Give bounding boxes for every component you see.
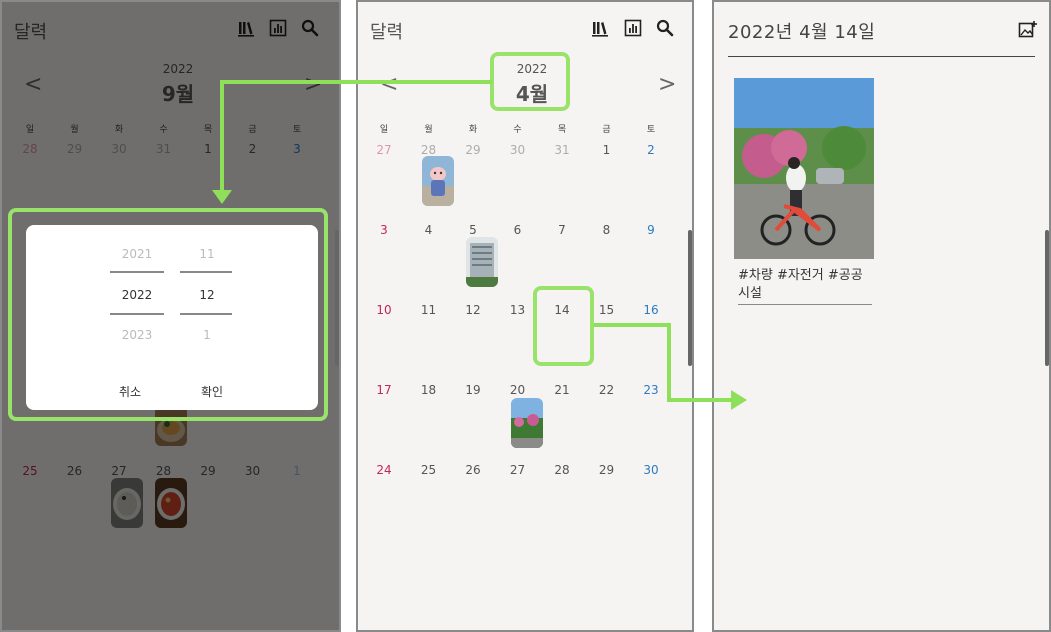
day-cell[interactable]: 8 — [592, 223, 622, 237]
day-cell[interactable]: 21 — [547, 383, 577, 397]
app-title: 달력 — [370, 22, 404, 43]
day-cell[interactable]: 19 — [458, 383, 488, 397]
connector-line — [667, 398, 733, 402]
add-photo-icon[interactable] — [1017, 20, 1037, 40]
day-cell[interactable]: 23 — [636, 383, 666, 397]
day-cell[interactable]: 27 — [503, 463, 533, 477]
search-icon[interactable] — [655, 18, 675, 38]
day-cell[interactable]: 6 — [503, 223, 533, 237]
day-cell[interactable]: 28 — [547, 463, 577, 477]
day-cell[interactable]: 22 — [592, 383, 622, 397]
day-cell[interactable]: 9 — [636, 223, 666, 237]
connector-line — [220, 80, 492, 84]
detail-date-title: 2022년 4월 14일 — [728, 22, 876, 43]
books-icon[interactable] — [590, 18, 610, 38]
next-month-arrow[interactable]: > — [658, 74, 676, 96]
day-cell[interactable]: 29 — [592, 463, 622, 477]
day-cell[interactable]: 5 — [458, 223, 488, 237]
scrollbar[interactable] — [1045, 230, 1049, 366]
month-title-highlight — [490, 52, 570, 111]
photo-tags: #차량 #자전거 #공공 시설 — [738, 268, 863, 301]
top-bar: 달력 — [358, 2, 692, 58]
building-photo-thumbnail[interactable] — [466, 237, 498, 287]
day-cell[interactable]: 1 — [592, 143, 622, 157]
day-cell[interactable]: 3 — [369, 223, 399, 237]
header-divider — [728, 56, 1035, 57]
bicycle-photo[interactable] — [734, 78, 874, 259]
day-cell[interactable]: 16 — [636, 303, 666, 317]
weekday-label: 수 — [513, 125, 522, 135]
day-cell[interactable]: 31 — [547, 143, 577, 157]
weekday-label: 토 — [646, 125, 656, 135]
weekday-label: 목 — [557, 125, 567, 135]
weekday-label: 금 — [602, 125, 611, 135]
composite-stage: 달력 < 2022 9월 > 일월화수목금토 28293031123 25262… — [0, 0, 1051, 632]
weekday-label: 일 — [379, 125, 389, 135]
chart-icon[interactable] — [623, 18, 643, 38]
tags-underline — [738, 304, 872, 305]
weekday-label: 화 — [468, 125, 478, 135]
day-cell[interactable]: 20 — [503, 383, 533, 397]
day-cell[interactable]: 30 — [503, 143, 533, 157]
day-cell[interactable]: 4 — [414, 223, 444, 237]
picker-highlight — [8, 208, 328, 421]
day-cell[interactable]: 28 — [414, 143, 444, 157]
day-cell[interactable]: 24 — [369, 463, 399, 477]
day-cell[interactable]: 18 — [414, 383, 444, 397]
day-cell[interactable]: 30 — [636, 463, 666, 477]
day-cell[interactable]: 15 — [592, 303, 622, 317]
connector-line — [594, 323, 670, 327]
arrow-head-down — [212, 190, 232, 204]
connector-line — [667, 323, 671, 402]
person-photo-thumbnail[interactable] — [422, 156, 454, 206]
day-cell[interactable]: 27 — [369, 143, 399, 157]
prev-month-arrow[interactable]: < — [380, 74, 398, 96]
day-cell[interactable]: 2 — [636, 143, 666, 157]
day-cell[interactable]: 17 — [369, 383, 399, 397]
connector-line — [220, 80, 224, 192]
scrollbar[interactable] — [335, 230, 339, 366]
day-cell[interactable]: 26 — [458, 463, 488, 477]
arrow-head-right — [731, 390, 747, 410]
garden-photo-thumbnail[interactable] — [511, 398, 543, 448]
day-cell[interactable]: 25 — [414, 463, 444, 477]
day-cell[interactable]: 12 — [458, 303, 488, 317]
day-cell[interactable]: 7 — [547, 223, 577, 237]
scrollbar[interactable] — [688, 230, 692, 366]
day-cell[interactable]: 13 — [503, 303, 533, 317]
day-cell[interactable]: 11 — [414, 303, 444, 317]
day-cell[interactable]: 29 — [458, 143, 488, 157]
day-cell-highlight — [533, 286, 594, 366]
day-detail-screen: 2022년 4월 14일 #차량 #자전거 #공공 시설 — [712, 0, 1051, 632]
weekday-label: 월 — [424, 125, 433, 135]
day-cell[interactable]: 10 — [369, 303, 399, 317]
